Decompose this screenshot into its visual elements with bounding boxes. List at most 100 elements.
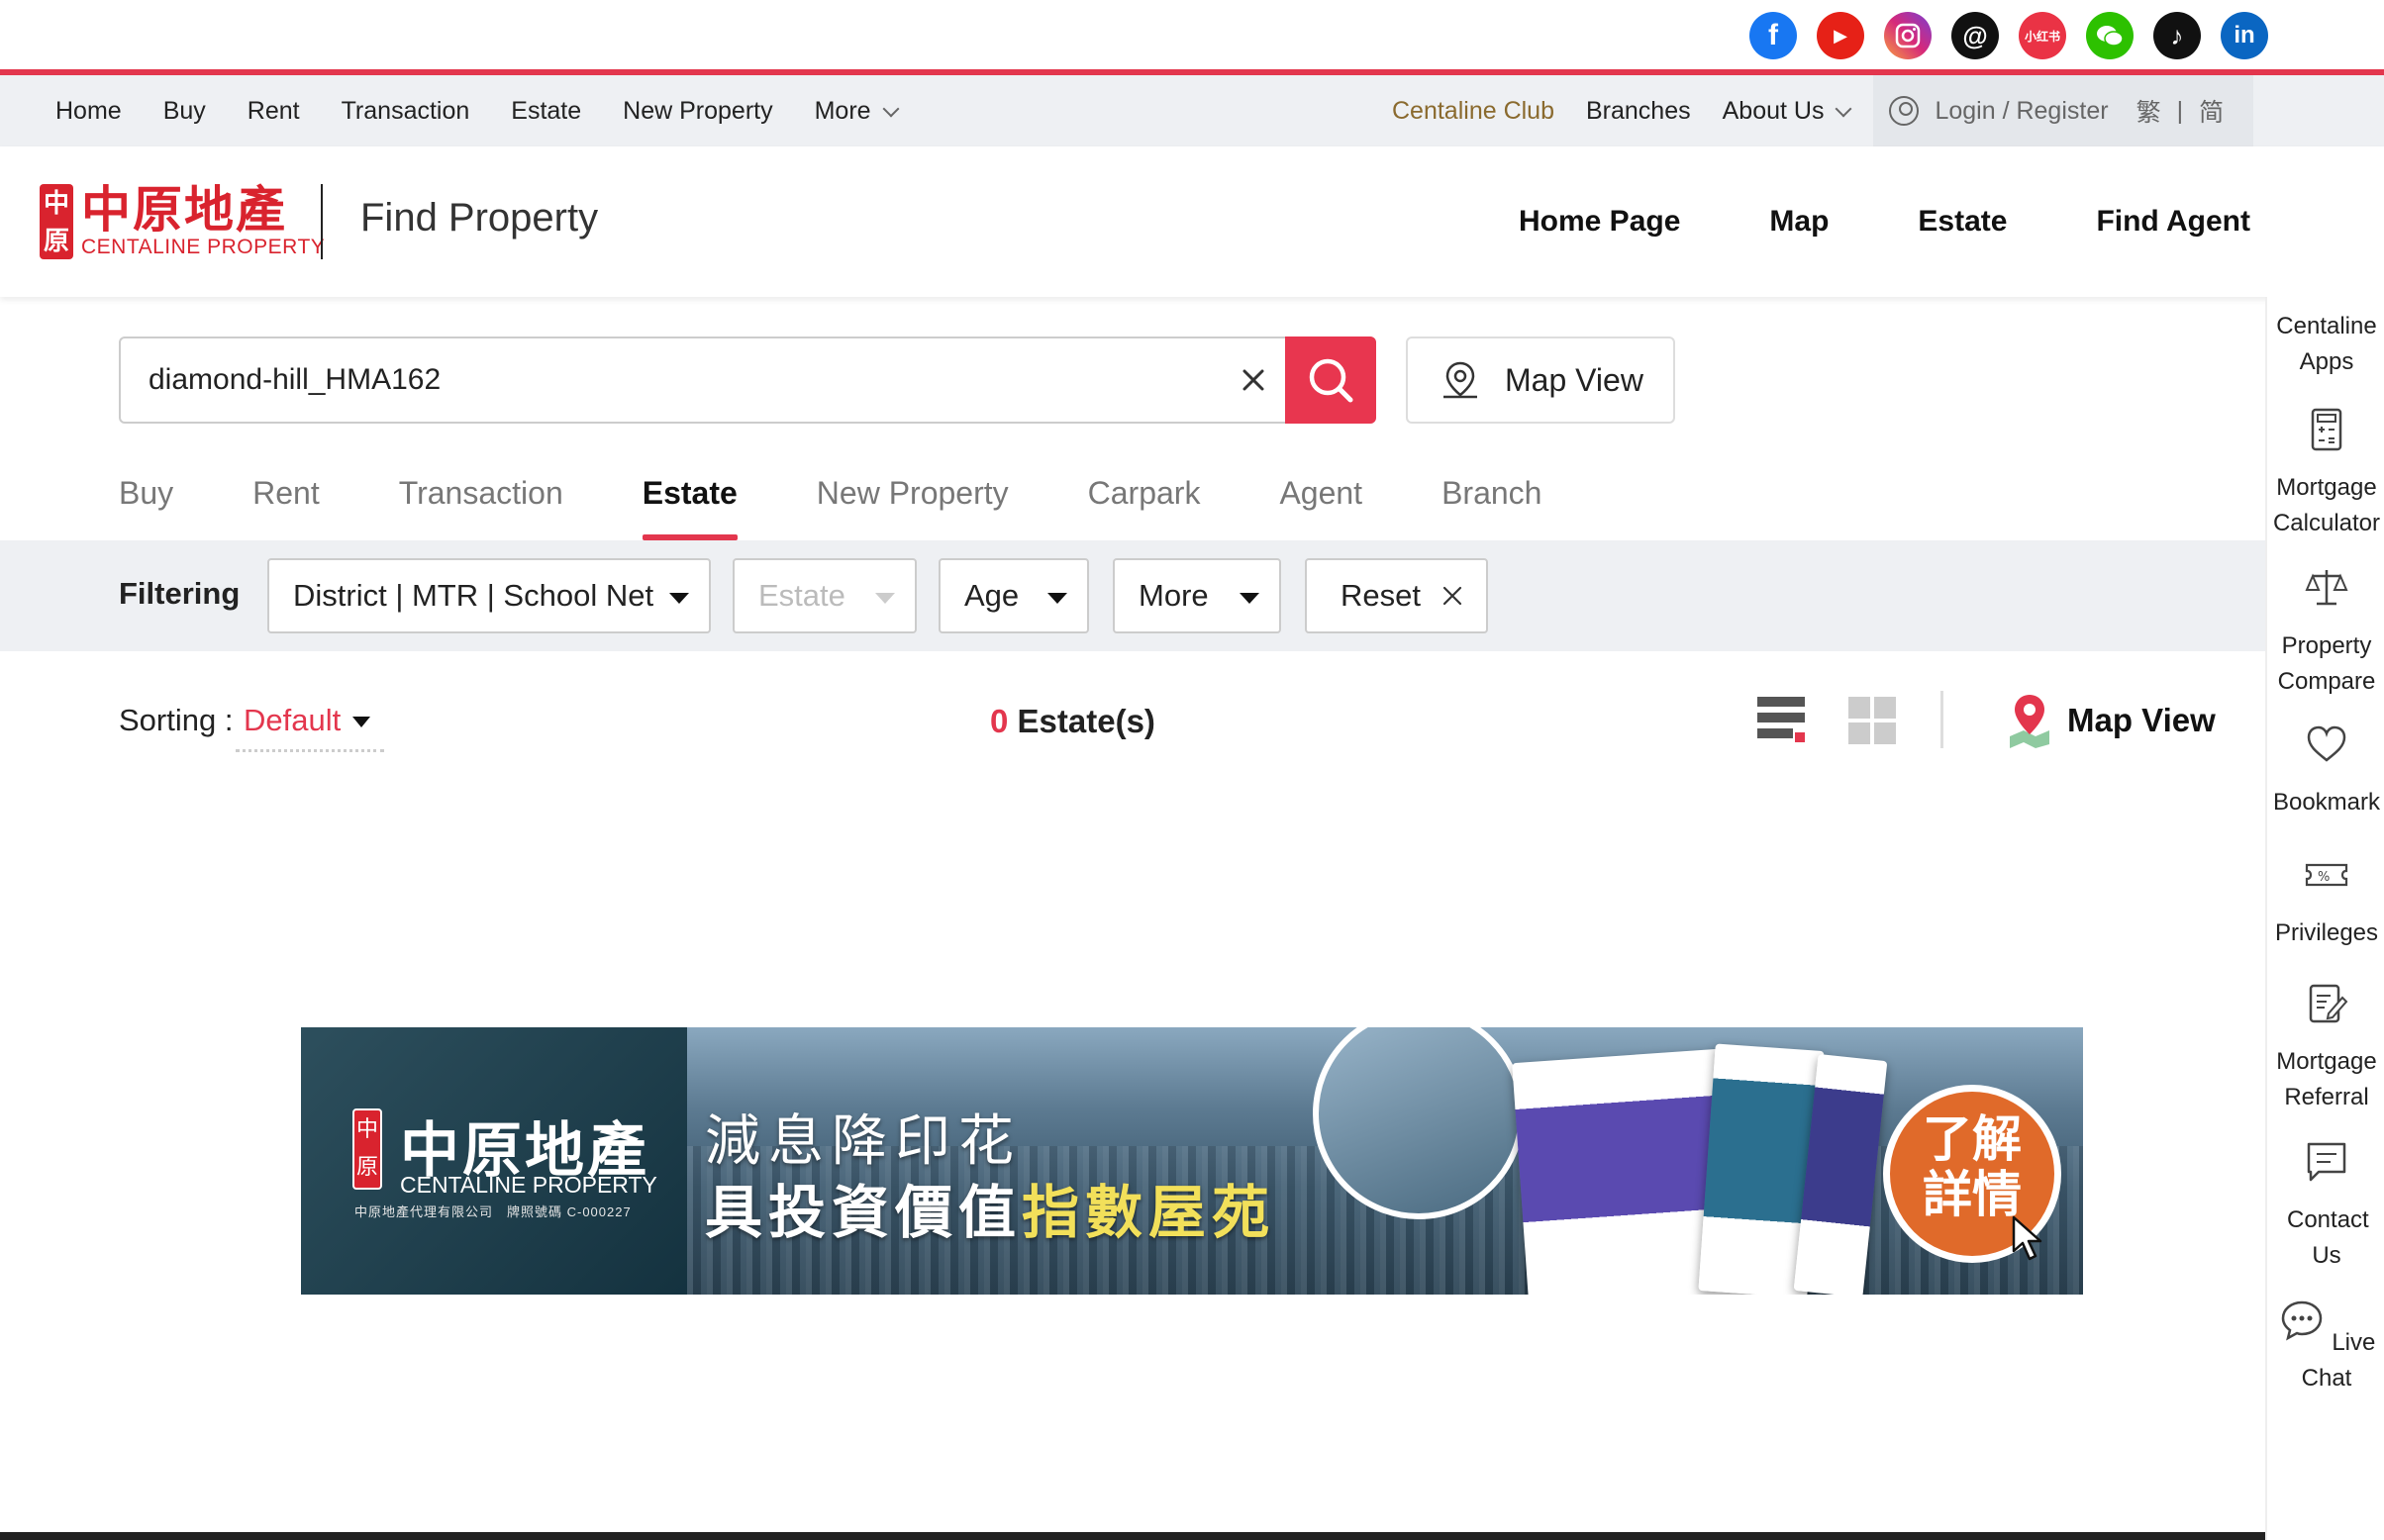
tab-carpark[interactable]: Carpark (1088, 475, 1201, 540)
top-nav-rent[interactable]: Rent (248, 97, 300, 126)
map-pin-icon (1443, 361, 1477, 399)
search-box (119, 337, 1376, 424)
banner-license: 中原地產代理有限公司 牌照號碼 C-000227 (354, 1204, 632, 1219)
grid-view-icon[interactable] (1846, 695, 1898, 746)
heart-icon (2307, 725, 2346, 762)
login-register-button[interactable]: Login / Register 繁 | 简 (1873, 75, 2254, 146)
sidebar-label: Centaline Apps (2276, 313, 2377, 375)
tab-buy[interactable]: Buy (119, 475, 173, 540)
login-label: Login / Register (1935, 96, 2109, 125)
top-nav-home[interactable]: Home (55, 97, 122, 126)
logo-divider (321, 184, 323, 259)
banner-headline-2a: 具投資價值 (705, 1181, 1023, 1245)
caret-down-icon (1240, 593, 1259, 604)
about-us-menu[interactable]: About Us (1723, 97, 1852, 126)
banner-headline-2b: 指數屋苑 (1022, 1181, 1276, 1245)
xiaohongshu-icon[interactable]: 小红书 (2019, 12, 2066, 59)
wechat-icon[interactable] (2086, 12, 2134, 59)
top-nav-new-property[interactable]: New Property (623, 97, 772, 126)
centaline-logo[interactable]: 中原 中原地產 CENTALINE PROPERTY (40, 184, 325, 259)
sidebar-contact-us[interactable]: Contact Us (2267, 1138, 2384, 1274)
tab-rent[interactable]: Rent (252, 475, 320, 540)
sidebar-privileges[interactable]: % Privileges (2267, 851, 2384, 951)
estate-dropdown[interactable]: Estate (733, 558, 917, 633)
ticket-icon: % (2305, 863, 2348, 887)
cursor-icon (2012, 1215, 2042, 1261)
sidebar-property-compare[interactable]: Property Compare (2267, 564, 2384, 700)
banner-headline-1: 減息降印花 (705, 1109, 1022, 1172)
banner-cta-line2: 詳情 (1923, 1167, 2022, 1222)
search-input[interactable] (149, 338, 1178, 422)
banner-logo-seal: 中原 (352, 1108, 382, 1190)
district-dropdown[interactable]: District | MTR | School Net (267, 558, 711, 633)
threads-icon[interactable]: @ (1951, 12, 1999, 59)
right-sidebar: Centaline Apps Mortgage Calculator Prope… (2265, 297, 2384, 1540)
more-dropdown-label: More (1139, 578, 1209, 613)
banner-brand-panel: 中原 中原地產 CENTALINE PROPERTY 中原地產代理有限公司 牌照… (301, 1027, 687, 1295)
youtube-icon[interactable]: ▶ (1817, 12, 1864, 59)
top-nav-transaction[interactable]: Transaction (342, 97, 470, 126)
age-dropdown[interactable]: Age (939, 558, 1089, 633)
main-nav-map[interactable]: Map (1769, 205, 1829, 239)
main-nav: Home Page Map Estate Find Agent (1519, 146, 2250, 297)
caret-down-icon (1047, 593, 1067, 604)
sidebar-bookmark[interactable]: Bookmark (2267, 721, 2384, 820)
clear-icon[interactable] (1234, 360, 1273, 400)
linkedin-icon[interactable]: in (2221, 12, 2268, 59)
tab-agent[interactable]: Agent (1279, 475, 1362, 540)
sidebar-label: Privileges (2274, 919, 2379, 946)
lang-traditional[interactable]: 繁 (2136, 93, 2161, 129)
top-nav-right: Centaline Club Branches About Us Login /… (1392, 75, 2254, 146)
tab-transaction[interactable]: Transaction (399, 475, 563, 540)
sidebar-mortgage-referral[interactable]: Mortgage Referral (2267, 980, 2384, 1115)
sorting-dropdown[interactable]: Default (236, 699, 384, 752)
tab-new-property[interactable]: New Property (817, 475, 1009, 540)
close-icon (1442, 586, 1462, 606)
sidebar-label: Bookmark (2272, 789, 2381, 816)
view-divider (1940, 691, 1943, 748)
sidebar-label: Mortgage Calculator (2272, 474, 2381, 536)
calculator-icon (2311, 408, 2342, 451)
tab-estate[interactable]: Estate (642, 475, 738, 540)
top-nav-estate[interactable]: Estate (511, 97, 581, 126)
svg-text:%: % (2318, 870, 2330, 885)
reset-label: Reset (1341, 578, 1421, 613)
banner-cta-line1: 了解 (1923, 1111, 2022, 1167)
tiktok-icon[interactable]: ♪ (2153, 12, 2201, 59)
caret-down-icon (352, 717, 370, 727)
sidebar-mortgage-calculator[interactable]: Mortgage Calculator (2267, 406, 2384, 541)
sidebar-live-chat[interactable]: Live Chat (2267, 1297, 2384, 1396)
main-nav-home-page[interactable]: Home Page (1519, 205, 1680, 239)
list-view-icon[interactable] (1755, 695, 1807, 746)
branches-link[interactable]: Branches (1586, 97, 1691, 126)
site-header: 中原 中原地產 CENTALINE PROPERTY Find Property… (0, 146, 2384, 297)
top-nav-left: Home Buy Rent Transaction Estate New Pro… (55, 75, 900, 146)
centaline-club-link[interactable]: Centaline Club (1392, 97, 1554, 126)
lang-simplified[interactable]: 简 (2199, 93, 2224, 129)
map-view-button[interactable]: Map View (1406, 337, 1675, 424)
tab-branch[interactable]: Branch (1441, 475, 1541, 540)
sidebar-label: Mortgage Referral (2276, 1048, 2377, 1110)
facebook-icon[interactable]: f (1749, 12, 1797, 59)
top-nav-more[interactable]: More (815, 97, 900, 126)
age-dropdown-label: Age (964, 578, 1020, 613)
caret-down-icon (669, 593, 689, 604)
map-view-link[interactable]: Map View (2004, 693, 2216, 748)
more-dropdown[interactable]: More (1113, 558, 1281, 633)
sidebar-label: Property Compare (2277, 632, 2376, 695)
page-title: Find Property (360, 196, 599, 240)
search-button[interactable] (1285, 337, 1376, 424)
main-nav-find-agent[interactable]: Find Agent (2096, 205, 2250, 239)
sidebar-centaline-apps[interactable]: Centaline Apps (2267, 309, 2384, 380)
filter-bar: Filtering District | MTR | School Net Es… (0, 540, 2265, 651)
promo-banner[interactable]: 中原 中原地產 CENTALINE PROPERTY 中原地產代理有限公司 牌照… (301, 1027, 2083, 1295)
main-nav-estate[interactable]: Estate (1918, 205, 2007, 239)
result-count-label: Estate(s) (1017, 703, 1155, 739)
sorting-value: Default (244, 703, 342, 737)
social-bar: f ▶ @ 小红书 ♪ in (0, 0, 2384, 71)
top-nav-buy[interactable]: Buy (163, 97, 206, 126)
map-marker-icon (2010, 695, 2049, 748)
reset-button[interactable]: Reset (1305, 558, 1488, 633)
instagram-icon[interactable] (1884, 12, 1932, 59)
result-count-number: 0 (990, 703, 1009, 739)
